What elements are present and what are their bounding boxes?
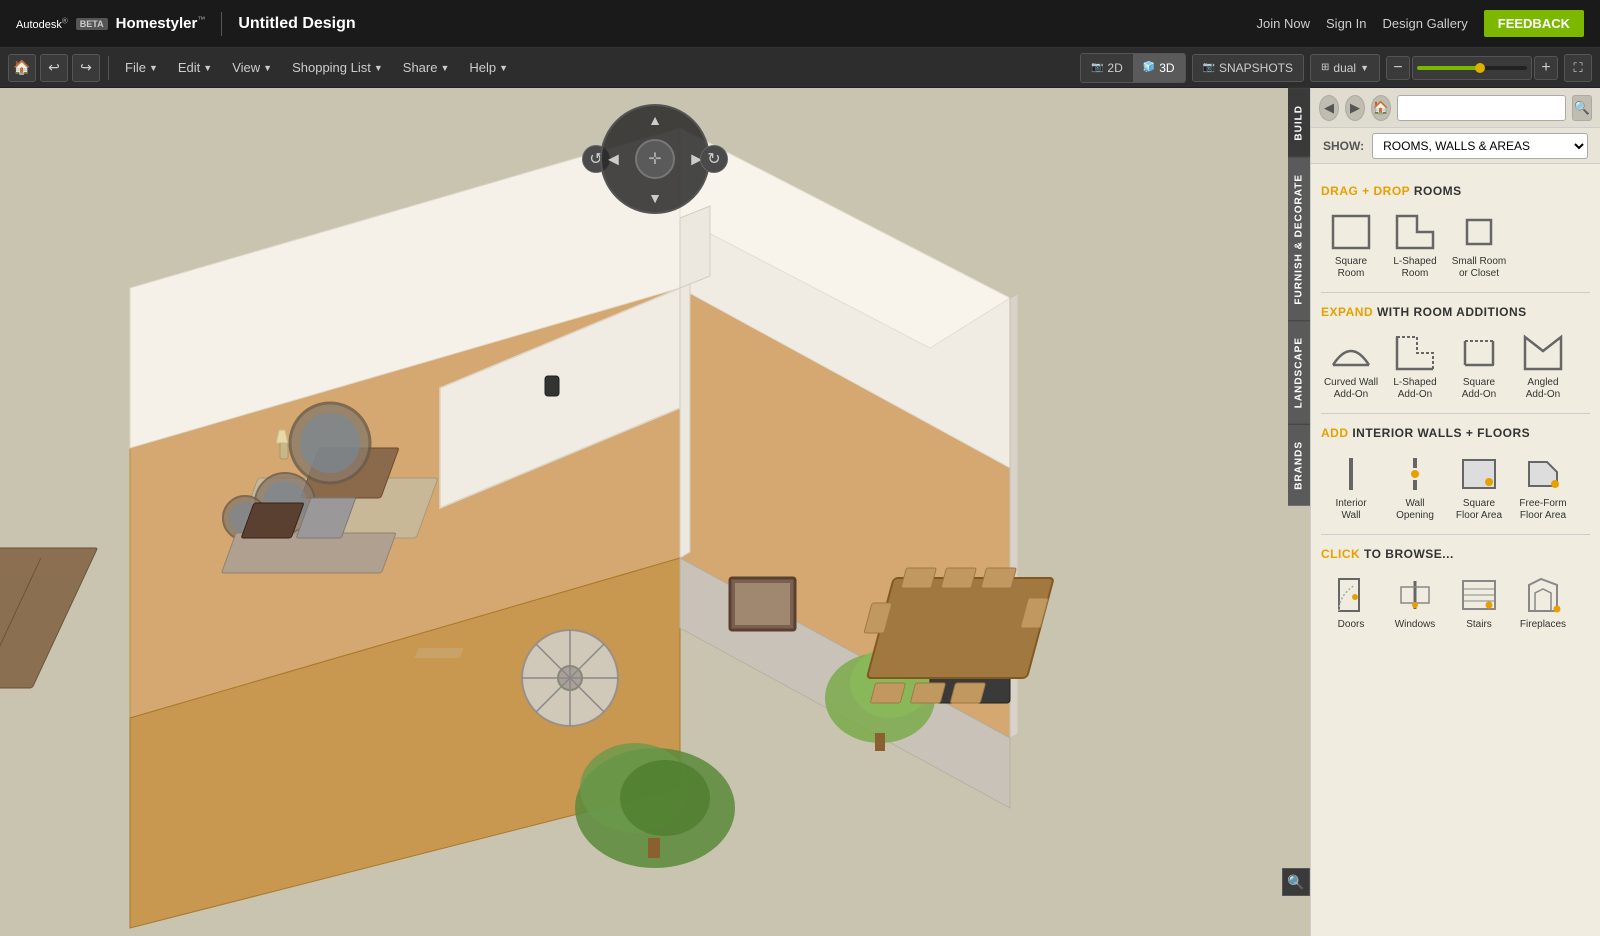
- panel-search-input[interactable]: [1397, 95, 1566, 121]
- panel-search-button[interactable]: 🔍: [1572, 95, 1592, 121]
- right-panel: ◀ ▶ 🏠 🔍 SHOW: ROOMS, WALLS & AREAS ALL F…: [1310, 88, 1600, 936]
- nav-up-button[interactable]: ▲: [648, 112, 662, 128]
- design-title: Untitled Design: [238, 15, 355, 33]
- fireplaces-browse-item[interactable]: Fireplaces: [1513, 569, 1573, 635]
- browse-section-header: CLICK TO BROWSE...: [1321, 547, 1590, 561]
- panel-back-button[interactable]: ◀: [1319, 95, 1339, 121]
- zoom-fill: [1417, 66, 1478, 70]
- navigation-control: ↺ ▲ ▼ ◀ ▶ ✛ ↻: [600, 104, 710, 214]
- side-tabs: BUILD FURNISH & DECORATE LANDSCAPE BRAND…: [1288, 88, 1310, 506]
- help-menu[interactable]: Help ▼: [461, 54, 516, 82]
- feedback-button[interactable]: FEEDBACK: [1484, 10, 1584, 37]
- share-menu[interactable]: Share ▼: [395, 54, 458, 82]
- panel-forward-button[interactable]: ▶: [1345, 95, 1365, 121]
- main-content: ↺ ▲ ▼ ◀ ▶ ✛ ↻: [0, 88, 1600, 936]
- zoom-slider[interactable]: [1412, 56, 1532, 80]
- section-divider-1: [1321, 292, 1590, 293]
- sign-in-link[interactable]: Sign In: [1326, 16, 1366, 31]
- 2d-3d-toggle: 📷 2D 🧊 3D: [1080, 53, 1186, 83]
- snapshots-button[interactable]: 📷 SNAPSHOTS: [1192, 54, 1304, 82]
- landscape-tab[interactable]: LANDSCAPE: [1288, 320, 1310, 424]
- section-divider-2: [1321, 413, 1590, 414]
- nav-center: ✛: [635, 139, 675, 179]
- walls-grid: InteriorWall WallOpening: [1321, 448, 1590, 526]
- zoom-out-button[interactable]: −: [1386, 56, 1410, 80]
- furnish-decorate-tab[interactable]: FURNISH & DECORATE: [1288, 157, 1310, 321]
- logo-autodesk: Autodesk®: [16, 16, 68, 31]
- l-shaped-addon-item[interactable]: L-ShapedAdd-On: [1385, 327, 1445, 405]
- edit-menu[interactable]: Edit ▼: [170, 54, 220, 82]
- view-controls: 📷 2D 🧊 3D 📷 SNAPSHOTS ⊞ dual ▼ −: [1080, 53, 1592, 83]
- curved-wall-addon-item[interactable]: Curved WallAdd-On: [1321, 327, 1381, 405]
- windows-browse-item[interactable]: Windows: [1385, 569, 1445, 635]
- rooms-grid: SquareRoom L-ShapedRoom: [1321, 206, 1590, 284]
- view-menu[interactable]: View ▼: [224, 54, 280, 82]
- walls-section-header: ADD INTERIOR WALLS + FLOORS: [1321, 426, 1590, 440]
- stairs-browse-item[interactable]: Stairs: [1449, 569, 1509, 635]
- show-select[interactable]: ROOMS, WALLS & AREAS ALL FURNITURE ONLY: [1372, 133, 1588, 159]
- floorplan-view: [0, 88, 1310, 936]
- top-right-nav: Join Now Sign In Design Gallery FEEDBACK: [1257, 10, 1584, 37]
- section-divider-3: [1321, 534, 1590, 535]
- panel-top-controls: ◀ ▶ 🏠 🔍: [1311, 88, 1600, 128]
- brands-tab[interactable]: BRANDS: [1288, 424, 1310, 506]
- panel-home-button[interactable]: 🏠: [1371, 95, 1391, 121]
- interior-wall-item[interactable]: InteriorWall: [1321, 448, 1381, 526]
- nav-down-button[interactable]: ▼: [648, 190, 662, 206]
- redo-button[interactable]: ↪: [72, 54, 100, 82]
- rotate-right-button[interactable]: ↻: [700, 145, 728, 173]
- square-floor-item[interactable]: SquareFloor Area: [1449, 448, 1509, 526]
- zoom-control: − +: [1386, 56, 1558, 80]
- design-gallery-link[interactable]: Design Gallery: [1383, 16, 1468, 31]
- join-now-link[interactable]: Join Now: [1257, 16, 1310, 31]
- rooms-section-header: DRAG + DROP ROOMS: [1321, 184, 1590, 198]
- additions-grid: Curved WallAdd-On L-ShapedAdd-On: [1321, 327, 1590, 405]
- l-shaped-room-item[interactable]: L-ShapedRoom: [1385, 206, 1445, 284]
- canvas-area[interactable]: ↺ ▲ ▼ ◀ ▶ ✛ ↻: [0, 88, 1310, 936]
- zoom-in-button[interactable]: +: [1534, 56, 1558, 80]
- dual-view-button[interactable]: ⊞ dual ▼: [1310, 54, 1380, 82]
- wall-opening-item[interactable]: WallOpening: [1385, 448, 1445, 526]
- 3d-view-button[interactable]: 🧊 3D: [1133, 54, 1185, 82]
- top-bar: Autodesk® BETA Homestyler™ Untitled Desi…: [0, 0, 1600, 48]
- canvas-search-button[interactable]: 🔍: [1282, 868, 1310, 896]
- show-filter-row: SHOW: ROOMS, WALLS & AREAS ALL FURNITURE…: [1311, 128, 1600, 164]
- nav-ring: ▲ ▼ ◀ ▶ ✛: [600, 104, 710, 214]
- angled-addon-item[interactable]: AngledAdd-On: [1513, 327, 1573, 405]
- additions-section-header: EXPAND WITH ROOM ADDITIONS: [1321, 305, 1590, 319]
- panel-content: DRAG + DROP ROOMS SquareRoom: [1311, 164, 1600, 936]
- small-room-item[interactable]: Small Roomor Closet: [1449, 206, 1509, 284]
- show-label: SHOW:: [1323, 139, 1364, 153]
- home-icon-button[interactable]: 🏠: [8, 54, 36, 82]
- fullscreen-button[interactable]: ⛶: [1564, 54, 1592, 82]
- square-addon-item[interactable]: SquareAdd-On: [1449, 327, 1509, 405]
- toolbar: 🏠 ↩ ↪ File ▼ Edit ▼ View ▼ Shopping List…: [0, 48, 1600, 88]
- logo-area: Autodesk® BETA Homestyler™: [16, 15, 205, 32]
- title-divider: [221, 12, 222, 36]
- build-tab[interactable]: BUILD: [1288, 88, 1310, 157]
- undo-button[interactable]: ↩: [40, 54, 68, 82]
- browse-grid: Doors Windows: [1321, 569, 1590, 635]
- freeform-floor-item[interactable]: Free-FormFloor Area: [1513, 448, 1573, 526]
- beta-badge: BETA: [76, 18, 108, 30]
- file-menu[interactable]: File ▼: [117, 54, 166, 82]
- doors-browse-item[interactable]: Doors: [1321, 569, 1381, 635]
- shopping-list-menu[interactable]: Shopping List ▼: [284, 54, 391, 82]
- square-room-item[interactable]: SquareRoom: [1321, 206, 1381, 284]
- zoom-thumb: [1475, 63, 1485, 73]
- zoom-track: [1417, 66, 1527, 70]
- 2d-view-button[interactable]: 📷 2D: [1081, 54, 1133, 82]
- nav-left-button[interactable]: ◀: [608, 151, 619, 168]
- toolbar-divider-1: [108, 56, 109, 80]
